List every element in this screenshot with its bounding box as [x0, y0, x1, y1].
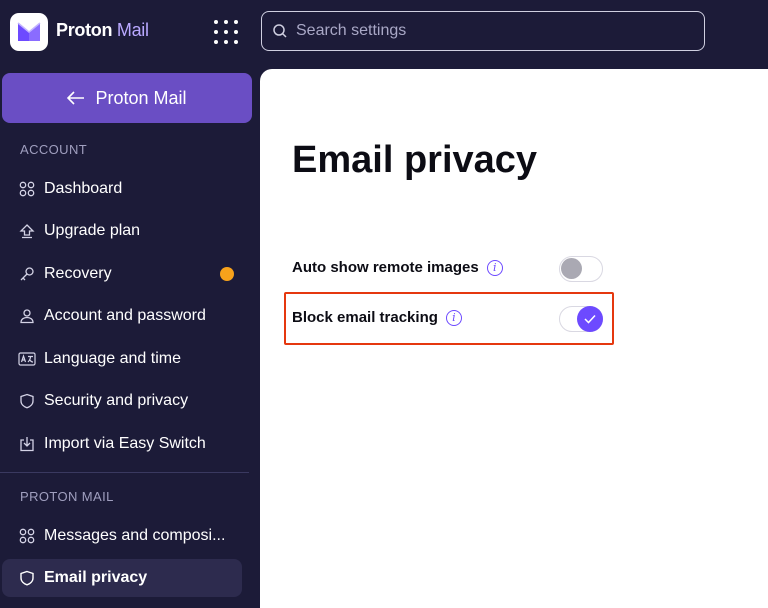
shield-icon	[18, 392, 36, 410]
setting-auto-show-remote-images: Auto show remote images i	[292, 259, 503, 276]
sidebar-item-import-easy-switch[interactable]: Import via Easy Switch	[2, 425, 242, 463]
highlight-box	[284, 292, 614, 345]
setting-label: Auto show remote images	[292, 259, 479, 276]
grid-icon	[18, 180, 36, 198]
sidebar-item-label: Language and time	[44, 350, 181, 367]
sidebar-item-label: Security and privacy	[44, 392, 189, 409]
proton-mail-logo-icon	[17, 22, 41, 41]
back-to-mail-button[interactable]: Proton Mail	[2, 73, 252, 123]
grid-icon	[18, 527, 36, 545]
language-icon	[18, 350, 36, 368]
import-icon	[18, 435, 36, 453]
sidebar-item-upgrade-plan[interactable]: Upgrade plan	[2, 212, 242, 250]
sidebar-item-security-privacy[interactable]: Security and privacy	[2, 382, 242, 420]
sidebar-item-account-password[interactable]: Account and password	[2, 297, 242, 335]
sidebar-item-recovery[interactable]: Recovery	[2, 255, 242, 293]
sidebar-item-dashboard[interactable]: Dashboard	[2, 170, 242, 208]
shield-icon	[18, 569, 36, 587]
search-input[interactable]	[296, 22, 676, 40]
upgrade-icon	[18, 222, 36, 240]
sidebar-item-email-privacy[interactable]: Email privacy	[2, 559, 242, 597]
sidebar-item-label: Import via Easy Switch	[44, 435, 206, 452]
info-icon[interactable]: i	[486, 259, 503, 276]
user-icon	[18, 307, 36, 325]
arrow-left-icon	[67, 91, 85, 105]
sidebar-item-label: Messages and composi...	[44, 527, 226, 544]
sidebar-item-language-time[interactable]: Language and time	[2, 340, 242, 378]
brand-product: Mail	[116, 20, 149, 40]
apps-grid-icon[interactable]	[208, 14, 244, 50]
sidebar-item-label: Dashboard	[44, 180, 123, 197]
key-icon	[18, 265, 36, 283]
sidebar-item-messages-composing[interactable]: Messages and composi...	[2, 517, 242, 555]
sidebar-divider	[0, 472, 249, 473]
toggle-knob	[561, 258, 582, 279]
brand-name: Proton Mail	[56, 20, 149, 41]
sidebar-item-label: Account and password	[44, 307, 206, 324]
back-button-label: Proton Mail	[95, 87, 187, 108]
section-label-account: ACCOUNT	[20, 142, 88, 157]
sidebar-item-label: Email privacy	[44, 569, 148, 586]
brand-word: Proton	[56, 20, 113, 40]
sidebar-item-label: Upgrade plan	[44, 222, 141, 239]
search-bar[interactable]	[261, 11, 705, 51]
page-title: Email privacy	[292, 139, 538, 181]
search-icon	[273, 24, 287, 38]
section-label-proton-mail: PROTON MAIL	[20, 489, 114, 504]
auto-show-remote-images-toggle[interactable]	[559, 256, 603, 282]
proton-logo[interactable]	[10, 13, 48, 51]
notification-dot	[220, 267, 234, 281]
sidebar-item-label: Recovery	[44, 265, 112, 282]
